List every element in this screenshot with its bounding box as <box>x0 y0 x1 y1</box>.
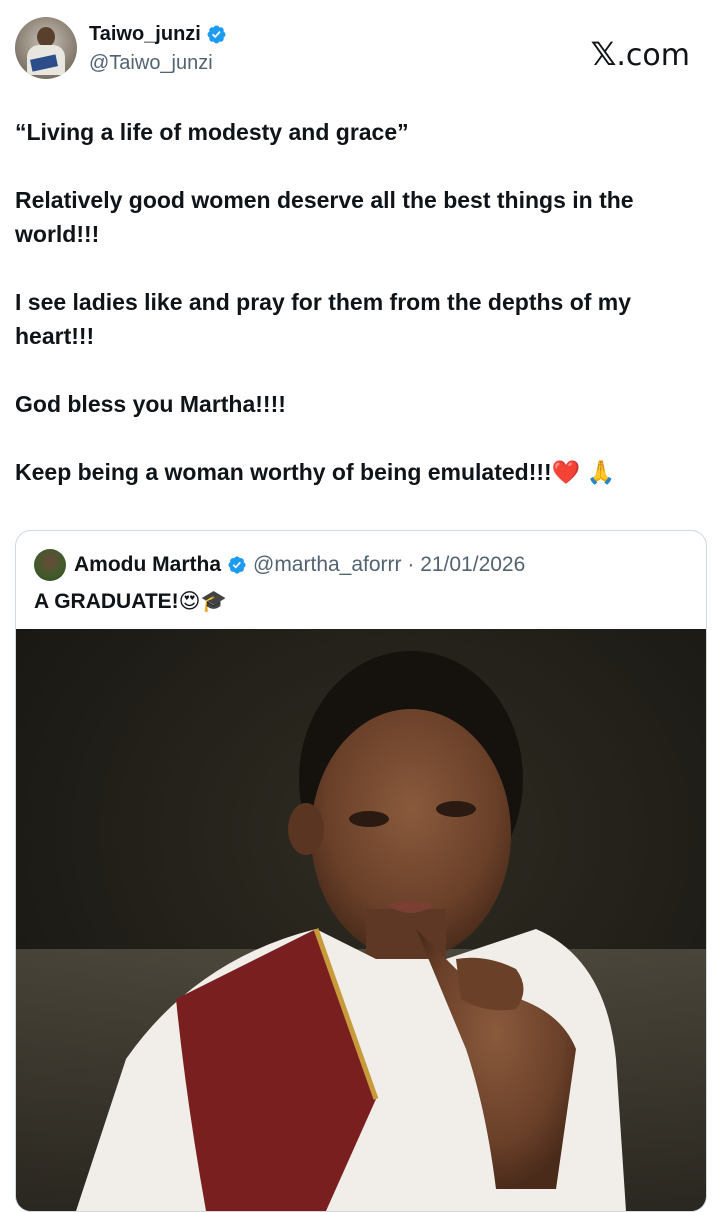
quoted-handle-and-date[interactable]: @martha_aforrr · 21/01/2026 <box>253 553 525 577</box>
tweet-paragraph: Relatively good women deserve all the be… <box>15 187 634 247</box>
quoted-tweet-text: A GRADUATE!😍🎓 <box>34 590 227 613</box>
x-logo-suffix: .com <box>616 38 690 73</box>
tweet-paragraph: Keep being a woman worthy of being emula… <box>15 459 616 485</box>
tweet-paragraph: I see ladies like and pray for them from… <box>15 289 632 349</box>
quoted-author-avatar[interactable] <box>34 549 66 581</box>
x-logo-mark: 𝕏 <box>590 35 617 73</box>
quoted-author-row[interactable]: Amodu Martha @martha_aforrr · 21/01/2026 <box>34 549 525 581</box>
tweet-paragraph: “Living a life of modesty and grace” <box>15 119 409 145</box>
author-name-row[interactable]: Taiwo_junzi <box>89 23 227 46</box>
author-display-name[interactable]: Taiwo_junzi <box>89 23 201 46</box>
author-avatar[interactable] <box>15 17 77 79</box>
avatar-head-shape <box>37 27 55 47</box>
quoted-display-name[interactable]: Amodu Martha <box>74 553 221 577</box>
graduate-portrait-illustration <box>16 629 706 1211</box>
x-logo: 𝕏.com <box>591 35 690 73</box>
tweet-body: “Living a life of modesty and grace” Rel… <box>15 115 705 523</box>
author-handle[interactable]: @Taiwo_junzi <box>89 52 213 75</box>
verified-badge-icon <box>228 556 246 574</box>
quoted-tweet-card[interactable]: Amodu Martha @martha_aforrr · 21/01/2026… <box>15 530 707 1212</box>
tweet-header: Taiwo_junzi @Taiwo_junzi 𝕏.com <box>15 17 705 83</box>
tweet-paragraph: God bless you Martha!!!! <box>15 391 286 417</box>
verified-badge-icon <box>207 25 226 44</box>
graduate-photo[interactable] <box>16 629 706 1211</box>
